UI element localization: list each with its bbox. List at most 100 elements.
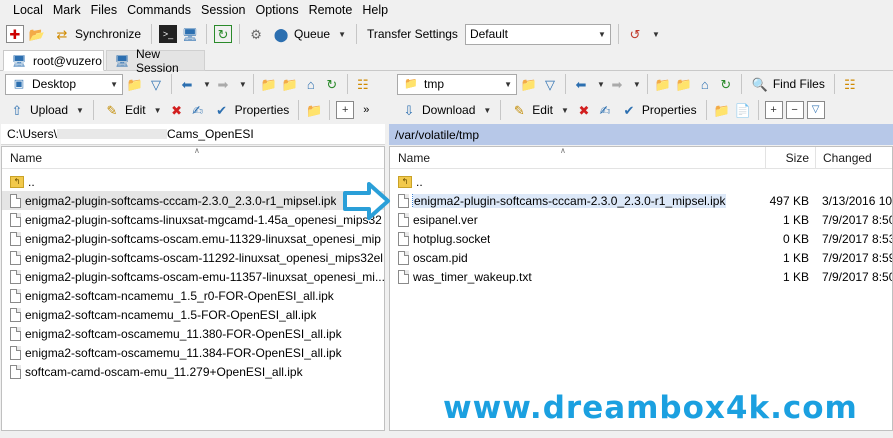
select-all-icon[interactable]: + xyxy=(336,101,355,119)
upload-button[interactable]: ⇧ Upload ▼ xyxy=(5,101,87,119)
list-item[interactable]: ↰.. xyxy=(390,172,892,191)
chevron-down-icon[interactable]: ▼ xyxy=(203,80,211,89)
tab-session[interactable]: 🖥 root@vuzero xyxy=(3,50,104,71)
left-location-select[interactable]: ▣ Desktop ▼ xyxy=(5,73,123,95)
right-col-changed[interactable]: Changed xyxy=(815,147,872,169)
chevron-down-icon[interactable]: ▼ xyxy=(239,80,247,89)
left-edit-label: Edit xyxy=(124,103,146,117)
queue-button[interactable]: ⬤ Queue ▼ xyxy=(269,25,349,43)
list-item[interactable]: enigma2-softcam-ncamemu_1.5_r0-FOR-OpenE… xyxy=(2,286,384,305)
unselect-icon[interactable]: − xyxy=(785,101,804,119)
back-icon[interactable]: ⬅ xyxy=(178,75,196,93)
left-col-name[interactable]: Name xyxy=(10,151,42,165)
list-item[interactable]: esipanel.ver 1 KB 7/9/2017 8:50 xyxy=(390,210,892,229)
delete-icon[interactable]: ✖ xyxy=(575,101,593,119)
right-location-value: tmp xyxy=(424,77,445,91)
left-path-bar[interactable]: C:\Users\ Cams_OpenESI xyxy=(1,124,385,145)
menu-options[interactable]: Options xyxy=(250,3,303,17)
list-item[interactable]: was_timer_wakeup.txt 1 KB 7/9/2017 8:50 xyxy=(390,267,892,286)
root-directory-icon[interactable]: 📁 xyxy=(675,75,693,93)
back-icon[interactable]: ⬅ xyxy=(572,75,590,93)
select-all-icon[interactable]: + xyxy=(764,101,783,119)
list-item[interactable]: ↰.. xyxy=(2,172,384,191)
list-item[interactable]: enigma2-plugin-softcams-oscam-11292-linu… xyxy=(2,248,384,267)
left-file-list[interactable]: Name ∧ ↰.. enigma2-plugin-softcams-cccam… xyxy=(1,146,385,431)
list-item[interactable]: enigma2-softcam-oscamemu_11.384-FOR-Open… xyxy=(2,343,384,362)
list-item[interactable]: hotplug.socket 0 KB 7/9/2017 8:53 xyxy=(390,229,892,248)
parent-directory-icon[interactable]: 📁 xyxy=(260,75,278,93)
gear-icon[interactable]: ⚙ xyxy=(247,25,265,43)
refresh-icon[interactable]: ↻ xyxy=(323,75,341,93)
properties-icon: ✔ xyxy=(623,102,635,118)
status-bar xyxy=(0,431,893,438)
synchronize-button[interactable]: ⇄ Synchronize xyxy=(50,25,144,43)
delete-icon[interactable]: ✖ xyxy=(168,101,186,119)
refresh-sessions-icon[interactable]: ↻ xyxy=(214,25,233,43)
filter-select-icon[interactable]: ▽ xyxy=(806,101,825,119)
compare-directories-icon[interactable]: 📂 xyxy=(28,25,46,43)
list-item[interactable]: enigma2-plugin-softcams-oscam.emu-11329-… xyxy=(2,229,384,248)
right-properties-button[interactable]: ✔ Properties xyxy=(617,101,700,119)
home-icon[interactable]: ⌂ xyxy=(696,75,714,93)
toolbar-overflow-icon[interactable]: » xyxy=(357,101,375,119)
menu-commands[interactable]: Commands xyxy=(122,3,196,17)
rename-icon[interactable]: ✍ xyxy=(189,101,207,119)
chevron-down-icon[interactable]: ▼ xyxy=(633,80,641,89)
chevron-down-icon[interactable]: ▼ xyxy=(597,80,605,89)
forward-icon[interactable]: ➡ xyxy=(608,75,626,93)
chevron-down-icon[interactable]: ▼ xyxy=(652,30,660,39)
parent-directory-icon[interactable]: 📁 xyxy=(654,75,672,93)
left-location-value: Desktop xyxy=(32,77,77,91)
new-folder-icon[interactable]: 📁 xyxy=(305,101,323,119)
list-item[interactable]: softcam-camd-oscam-emu_11.279+OpenESI_al… xyxy=(2,362,384,381)
add-remove-icon[interactable]: ✚ xyxy=(6,25,24,43)
toolbar-separator xyxy=(646,74,648,94)
left-properties-button[interactable]: ✔ Properties xyxy=(210,101,293,119)
rename-icon[interactable]: ✍ xyxy=(596,101,614,119)
chevron-down-icon: ▼ xyxy=(504,79,512,89)
list-item[interactable]: enigma2-plugin-softcams-oscam-emu-11357-… xyxy=(2,267,384,286)
list-item[interactable]: enigma2-plugin-softcams-cccam-2.3.0_2.3.… xyxy=(390,191,892,210)
new-file-icon[interactable]: 📄 xyxy=(734,101,752,119)
refresh-icon[interactable]: ↻ xyxy=(717,75,735,93)
filter-icon[interactable]: ▽ xyxy=(541,75,559,93)
download-button[interactable]: ⇩ Download ▼ xyxy=(397,101,494,119)
right-path: /var/volatile/tmp xyxy=(395,127,480,142)
edit-icon: ✎ xyxy=(513,102,525,118)
reconnect-icon[interactable]: ↺ xyxy=(626,25,644,43)
list-item[interactable]: enigma2-softcam-ncamemu_1.5-FOR-OpenESI_… xyxy=(2,305,384,324)
menu-help[interactable]: Help xyxy=(357,3,393,17)
right-file-list[interactable]: Name ∧ Size Changed ↰.. enigma2-plugin-s… xyxy=(389,146,893,431)
list-item[interactable]: enigma2-softcam-oscamemu_11.380-FOR-Open… xyxy=(2,324,384,343)
menu-files[interactable]: Files xyxy=(86,3,122,17)
right-edit-button[interactable]: ✎ Edit ▼ xyxy=(507,101,572,119)
menu-local[interactable]: Local xyxy=(8,3,48,17)
tree-icon[interactable]: ☷ xyxy=(841,75,859,93)
list-item[interactable]: oscam.pid 1 KB 7/9/2017 8:59 xyxy=(390,248,892,267)
find-files-button[interactable]: 🔍 Find Files xyxy=(748,75,828,93)
putty-icon[interactable]: 🖥 xyxy=(181,25,199,43)
list-item[interactable]: enigma2-plugin-softcams-linuxsat-mgcamd-… xyxy=(2,210,384,229)
right-col-size[interactable]: Size xyxy=(765,147,809,169)
menu-mark[interactable]: Mark xyxy=(48,3,86,17)
root-directory-icon[interactable]: 📁 xyxy=(281,75,299,93)
open-folder-icon[interactable]: 📁 xyxy=(126,75,144,93)
left-edit-button[interactable]: ✎ Edit ▼ xyxy=(100,101,165,119)
tab-new-session[interactable]: 🖥 New Session xyxy=(106,47,205,75)
upload-label: Upload xyxy=(30,103,69,117)
right-col-name[interactable]: Name xyxy=(398,151,430,165)
transfer-settings-select[interactable]: Default ▼ xyxy=(464,23,611,45)
tree-icon[interactable]: ☷ xyxy=(354,75,372,93)
console-icon[interactable]: >_ xyxy=(159,25,178,43)
forward-icon[interactable]: ➡ xyxy=(214,75,232,93)
list-item[interactable]: enigma2-plugin-softcams-cccam-2.3.0_2.3.… xyxy=(2,191,384,210)
menu-remote[interactable]: Remote xyxy=(304,3,358,17)
home-icon[interactable]: ⌂ xyxy=(302,75,320,93)
open-folder-icon[interactable]: 📁 xyxy=(520,75,538,93)
right-path-bar[interactable]: /var/volatile/tmp xyxy=(389,124,893,145)
filter-icon[interactable]: ▽ xyxy=(147,75,165,93)
right-location-select[interactable]: 📁 tmp ▼ xyxy=(397,73,517,95)
menu-session[interactable]: Session xyxy=(196,3,250,17)
new-folder-icon[interactable]: 📁 xyxy=(713,101,731,119)
toolbar-separator xyxy=(757,100,759,120)
